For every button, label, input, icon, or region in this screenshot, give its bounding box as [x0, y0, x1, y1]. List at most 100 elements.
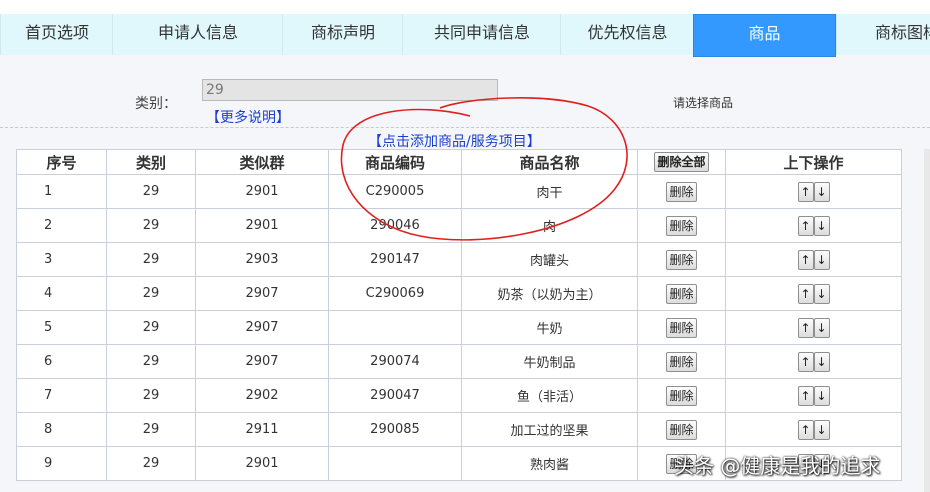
table-row: 2 29 2901 290046 肉 删除 ↑ ↓	[16, 208, 902, 243]
move-down-button[interactable]: ↓	[813, 351, 830, 372]
category-input[interactable]	[202, 79, 498, 101]
cell-similar-group: 2907	[195, 276, 329, 311]
tab-trademark-image[interactable]: 商标图样	[836, 14, 930, 55]
header-delete-all: 删除全部	[637, 149, 726, 175]
cell-delete: 删除	[637, 174, 726, 209]
cell-goods-code: 290047	[328, 378, 462, 413]
cell-goods-code: 290074	[328, 344, 462, 379]
cell-delete: 删除	[637, 242, 726, 277]
tab-joint-application[interactable]: 共同申请信息	[402, 14, 561, 55]
cell-goods-code: 290147	[328, 242, 462, 277]
move-up-button[interactable]: ↑	[797, 215, 814, 236]
delete-button[interactable]: 删除	[666, 181, 697, 202]
cell-seq: 9	[16, 446, 107, 481]
watermark: 头条 @健康是我的追求	[674, 454, 881, 478]
cell-class: 29	[106, 412, 196, 447]
scrollbar[interactable]	[924, 149, 930, 492]
cell-similar-group: 2903	[195, 242, 329, 277]
move-up-button[interactable]: ↑	[797, 317, 814, 338]
tab-goods[interactable]: 商品	[693, 14, 836, 57]
cell-goods-name: 牛奶	[461, 310, 638, 345]
cell-goods-name: 熟肉酱	[461, 446, 638, 481]
cell-similar-group: 2902	[195, 378, 329, 413]
cell-seq: 1	[16, 174, 107, 209]
cell-goods-code: C290069	[328, 276, 462, 311]
move-down-button[interactable]: ↓	[813, 249, 830, 270]
move-down-button[interactable]: ↓	[813, 419, 830, 440]
header-goods-code: 商品编码	[328, 149, 462, 175]
cell-goods-name: 牛奶制品	[461, 344, 638, 379]
delete-button[interactable]: 删除	[666, 351, 697, 372]
cell-seq: 4	[16, 276, 107, 311]
tab-bar: 首页选项 申请人信息 商标声明 共同申请信息 优先权信息 商品 商标图样	[0, 0, 930, 57]
cell-goods-code	[328, 446, 462, 481]
select-goods-hint: 请选择商品	[673, 96, 734, 110]
delete-button[interactable]: 删除	[666, 215, 697, 236]
cell-class: 29	[106, 378, 196, 413]
table-body: 1 29 2901 C290005 肉干 删除 ↑ ↓ 2 29 2901 290046 肉删除 ↑ ↓ 3 2…	[16, 174, 902, 481]
cell-move: ↑ ↓	[725, 378, 902, 413]
cell-similar-group: 2901	[195, 446, 329, 481]
delete-button[interactable]: 删除	[666, 385, 697, 406]
cell-move: ↑ ↓	[725, 344, 902, 379]
cell-similar-group: 2901	[195, 208, 329, 243]
cell-class: 29	[106, 310, 196, 345]
cell-move: ↑ ↓	[725, 208, 902, 243]
table-row: 4 29 2907 C290069 奶茶（以奶为主） 删除 ↑ ↓	[16, 276, 902, 311]
cell-class: 29	[106, 446, 196, 481]
delete-button[interactable]: 删除	[666, 249, 697, 270]
cell-seq: 2	[16, 208, 107, 243]
table-row: 5 29 2907 牛奶 删除 ↑ ↓	[16, 310, 902, 345]
move-down-button[interactable]: ↓	[813, 385, 830, 406]
delete-all-button[interactable]: 删除全部	[654, 152, 709, 172]
move-down-button[interactable]: ↓	[813, 283, 830, 304]
delete-button[interactable]: 删除	[666, 283, 697, 304]
category-label: 类别：	[135, 96, 177, 112]
cell-class: 29	[106, 276, 196, 311]
cell-seq: 3	[16, 242, 107, 277]
header-seq: 序号	[16, 149, 107, 175]
cell-similar-group: 2907	[195, 344, 329, 379]
cell-similar-group: 2907	[195, 310, 329, 345]
cell-delete: 删除	[637, 208, 726, 243]
cell-delete: 删除	[637, 276, 726, 311]
tab-trademark-statement[interactable]: 商标声明	[282, 14, 403, 55]
tab-applicant-info[interactable]: 申请人信息	[112, 14, 283, 55]
cell-goods-name: 肉	[461, 208, 638, 243]
cell-delete: 删除	[637, 310, 726, 345]
cell-goods-name: 肉干	[461, 174, 638, 209]
table-header-row: 序号 类别 类似群 商品编码 商品名称 删除全部 上下操作	[16, 149, 902, 175]
cell-delete: 删除	[637, 378, 726, 413]
move-up-button[interactable]: ↑	[797, 419, 814, 440]
cell-similar-group: 2901	[195, 174, 329, 209]
move-down-button[interactable]: ↓	[813, 317, 830, 338]
cell-seq: 8	[16, 412, 107, 447]
cell-move: ↑ ↓	[725, 412, 902, 447]
dashed-divider	[0, 127, 930, 128]
tab-priority-info[interactable]: 优先权信息	[560, 14, 694, 55]
cell-similar-group: 2911	[195, 412, 329, 447]
add-goods-link[interactable]: 【点击添加商品/服务项目】	[368, 131, 541, 151]
move-up-button[interactable]: ↑	[797, 249, 814, 270]
cell-goods-code: C290005	[328, 174, 462, 209]
cell-move: ↑ ↓	[725, 276, 902, 311]
move-up-button[interactable]: ↑	[797, 181, 814, 202]
table-row: 7 29 2902 290047 鱼（非活） 删除 ↑ ↓	[16, 378, 902, 413]
header-move: 上下操作	[725, 149, 902, 175]
delete-button[interactable]: 删除	[666, 317, 697, 338]
tab-home-options[interactable]: 首页选项	[0, 14, 113, 55]
move-up-button[interactable]: ↑	[797, 351, 814, 372]
table-row: 8 29 2911 290085 加工过的坚果 删除 ↑ ↓	[16, 412, 902, 447]
table-row: 1 29 2901 C290005 肉干 删除 ↑ ↓	[16, 174, 902, 209]
cell-goods-name: 加工过的坚果	[461, 412, 638, 447]
move-up-button[interactable]: ↑	[797, 283, 814, 304]
cell-class: 29	[106, 242, 196, 277]
delete-button[interactable]: 删除	[666, 419, 697, 440]
move-down-button[interactable]: ↓	[813, 215, 830, 236]
move-down-button[interactable]: ↓	[813, 181, 830, 202]
move-up-button[interactable]: ↑	[797, 385, 814, 406]
goods-table: 序号 类别 类似群 商品编码 商品名称 删除全部 上下操作 1 29 2901 C29…	[16, 149, 902, 481]
more-info-link[interactable]: 【更多说明】	[206, 107, 290, 127]
table-row: 6 29 2907 290074 牛奶制品 删除 ↑ ↓	[16, 344, 902, 379]
cell-seq: 7	[16, 378, 107, 413]
